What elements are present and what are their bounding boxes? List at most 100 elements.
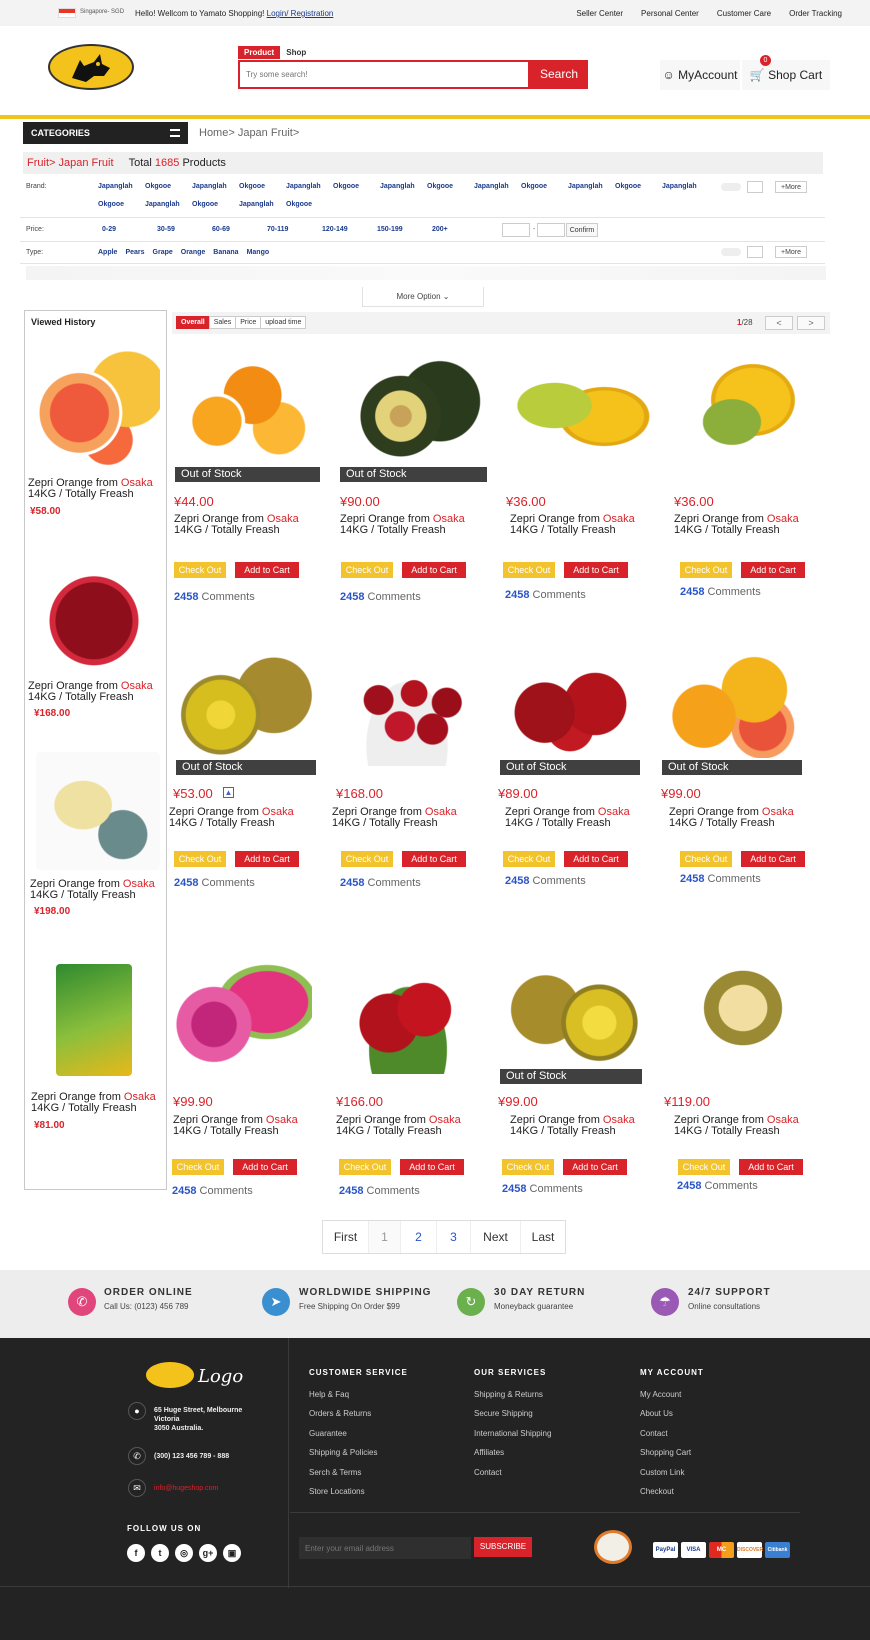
product-name[interactable]: Zepri Orange from Osaka 14KG / Totally Fr… (174, 514, 299, 536)
product-image-apples[interactable] (500, 650, 640, 758)
brand-option[interactable]: Okgooe (333, 183, 380, 201)
footer-link[interactable]: Help & Faq (309, 1390, 349, 1399)
type-more-button[interactable]: +More (775, 246, 807, 258)
product-image-cherries[interactable] (340, 940, 476, 1074)
product-name[interactable]: Zepri Orange from Osaka 14KG / Totally Fr… (332, 807, 457, 829)
check-out-button[interactable]: Check Out (680, 851, 732, 867)
check-out-button[interactable]: Check Out (339, 1159, 391, 1175)
history-item-name[interactable]: Zepri Orange from Osaka 14KG / Totally Fr… (28, 681, 153, 703)
add-to-cart-button[interactable]: Add to Cart (235, 851, 299, 867)
product-name[interactable]: Zepri Orange from Osaka 14KG / Totally Fr… (510, 514, 635, 536)
sort-tab-sales[interactable]: Sales (208, 316, 237, 329)
product-name[interactable]: Zepri Orange from Osaka 14KG / Totally Fr… (336, 1115, 461, 1137)
type-option[interactable]: Orange (181, 249, 206, 256)
footer-link[interactable]: Affiliates (474, 1448, 504, 1457)
check-out-button[interactable]: Check Out (503, 851, 555, 867)
check-out-button[interactable]: Check Out (502, 1159, 554, 1175)
check-out-button[interactable]: Check Out (680, 562, 732, 578)
region-selector[interactable]: Singapore- SGD (80, 9, 124, 15)
order-tracking-link[interactable]: Order Tracking (789, 9, 842, 18)
twitter-icon[interactable]: t (151, 1544, 169, 1562)
product-image-mango[interactable] (512, 356, 654, 466)
product-comments[interactable]: 2458 Comments (340, 877, 421, 889)
add-to-cart-button[interactable]: Add to Cart (741, 562, 805, 578)
footer-link[interactable]: Contact (474, 1468, 502, 1477)
add-to-cart-button[interactable]: Add to Cart (233, 1159, 297, 1175)
product-comments[interactable]: 2458 Comments (677, 1180, 758, 1192)
prev-page-icon[interactable]: < (765, 316, 793, 330)
brand-option[interactable]: Japanglah (380, 183, 427, 201)
type-option[interactable]: Apple (98, 249, 117, 256)
brand-option[interactable]: Japanglah (145, 201, 192, 219)
chevron-down-icon[interactable] (747, 181, 763, 193)
brand-option[interactable]: Japanglah (192, 183, 239, 201)
page-next-button[interactable]: Next (471, 1221, 521, 1253)
type-option[interactable]: Banana (213, 249, 238, 256)
brand-option[interactable]: Okgooe (239, 183, 286, 201)
dribbble-icon[interactable]: ◎ (175, 1544, 193, 1562)
brand-option[interactable]: Japanglah (286, 183, 333, 201)
price-option[interactable]: 150-199 (377, 226, 432, 233)
singapore-flag-icon[interactable] (58, 8, 76, 18)
add-to-cart-button[interactable]: Add to Cart (563, 1159, 627, 1175)
footer-link[interactable]: Contact (640, 1429, 668, 1438)
history-item-name[interactable]: Zepri Orange from Osaka 14KG / Totally Fr… (31, 1092, 156, 1114)
page-3-button[interactable]: 3 (437, 1221, 471, 1253)
footer-link[interactable]: Shipping & Returns (474, 1390, 543, 1399)
next-page-icon[interactable]: > (797, 316, 825, 330)
chevron-down-icon[interactable] (747, 246, 763, 258)
add-to-cart-button[interactable]: Add to Cart (402, 851, 466, 867)
product-comments[interactable]: 2458 Comments (339, 1185, 420, 1197)
search-input[interactable] (240, 62, 528, 87)
subscribe-button[interactable]: SUBSCRIBE (474, 1537, 532, 1557)
check-out-button[interactable]: Check Out (341, 851, 393, 867)
type-option[interactable]: Mango (247, 249, 270, 256)
product-image-avocado[interactable] (342, 350, 482, 464)
sort-tab-price[interactable]: Price (235, 316, 262, 329)
price-option[interactable]: 120-149 (322, 226, 377, 233)
site-logo[interactable] (48, 44, 134, 90)
brand-option[interactable]: Japanglah (662, 183, 709, 201)
sort-tab-overall[interactable]: Overall (176, 316, 210, 329)
product-comments[interactable]: 2458 Comments (172, 1185, 253, 1197)
footer-link[interactable]: Shopping Cart (640, 1448, 691, 1457)
product-image-kiwi[interactable] (176, 650, 316, 758)
brand-option[interactable]: Japanglah (239, 201, 286, 219)
search-tab-shop[interactable]: Shop (280, 46, 312, 59)
newsletter-email-input[interactable] (299, 1537, 471, 1559)
footer-logo-icon[interactable] (146, 1362, 194, 1388)
price-option[interactable]: 70-119 (267, 226, 322, 233)
price-option[interactable]: 60-69 (212, 226, 267, 233)
add-to-cart-button[interactable]: Add to Cart (400, 1159, 464, 1175)
product-name[interactable]: Zepri Orange from Osaka 14KG / Totally Fr… (173, 1115, 298, 1137)
search-button[interactable]: Search (530, 60, 588, 89)
price-option[interactable]: 200+ (432, 226, 487, 233)
add-to-cart-button[interactable]: Add to Cart (739, 1159, 803, 1175)
page-2-button[interactable]: 2 (401, 1221, 437, 1253)
brand-option[interactable]: Okgooe (145, 183, 192, 201)
type-option[interactable]: Grape (153, 249, 173, 256)
product-comments[interactable]: 2458 Comments (502, 1183, 583, 1195)
footer-link[interactable]: Guarantee (309, 1429, 347, 1438)
price-max-input[interactable] (537, 223, 565, 237)
history-item-name[interactable]: Zepri Orange from Osaka 14KG / Totally Fr… (28, 478, 153, 500)
product-image-orange[interactable] (180, 348, 312, 466)
product-comments[interactable]: 2458 Comments (680, 873, 761, 885)
search-tab-product[interactable]: Product (238, 46, 281, 59)
footer-link[interactable]: Custom Link (640, 1468, 684, 1477)
product-comments[interactable]: 2458 Comments (174, 591, 255, 603)
footer-link[interactable]: Serch & Terms (309, 1468, 361, 1477)
footer-link[interactable]: Orders & Returns (309, 1409, 371, 1418)
history-image-cherry[interactable] (30, 544, 158, 672)
product-name[interactable]: Zepri Orange from Osaka 14KG / Totally Fr… (340, 514, 465, 536)
check-out-button[interactable]: Check Out (172, 1159, 224, 1175)
add-to-cart-button[interactable]: Add to Cart (564, 851, 628, 867)
product-name[interactable]: Zepri Orange from Osaka 14KG / Totally Fr… (505, 807, 630, 829)
price-min-input[interactable] (502, 223, 530, 237)
brand-option[interactable]: Okgooe (615, 183, 662, 201)
multi-select-toggle[interactable] (721, 248, 741, 256)
product-comments[interactable]: 2458 Comments (505, 875, 586, 887)
check-out-button[interactable]: Check Out (678, 1159, 730, 1175)
history-item-name[interactable]: Zepri Orange from Osaka 14KG / Totally Fr… (30, 879, 155, 901)
filter-path[interactable]: Fruit> Japan Fruit (27, 157, 114, 169)
